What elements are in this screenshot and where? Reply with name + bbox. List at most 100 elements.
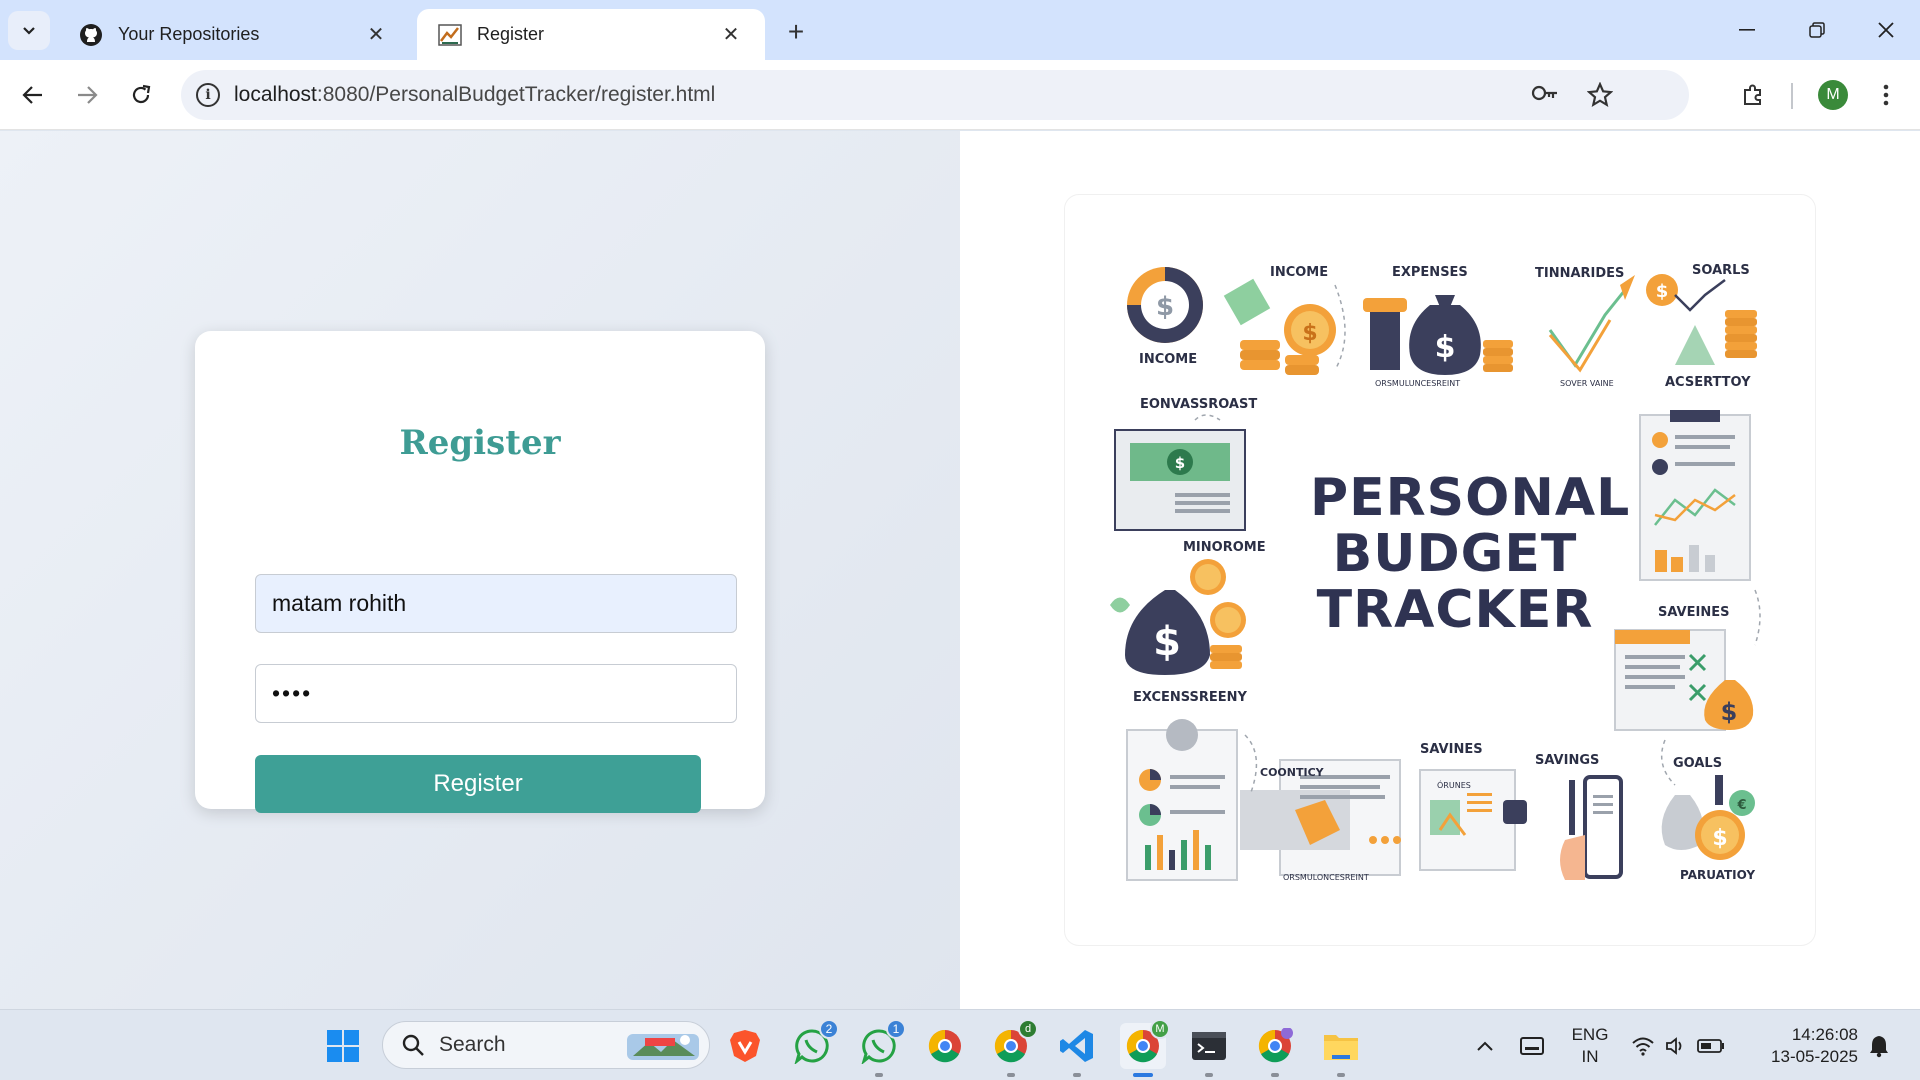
tab-register[interactable]: Register ✕: [417, 9, 765, 60]
form-title: Register: [399, 423, 561, 463]
chrome-icon: [928, 1029, 961, 1063]
tab-search-button[interactable]: [8, 11, 50, 50]
region-label: IN: [1581, 1046, 1599, 1066]
close-icon: [1878, 22, 1894, 38]
svg-text:$: $: [1712, 826, 1727, 851]
back-button[interactable]: [13, 75, 53, 115]
running-indicator: [1271, 1073, 1279, 1077]
search-label: Search: [439, 1033, 506, 1056]
password-key-icon[interactable]: [1531, 82, 1559, 109]
bookmark-star-icon[interactable]: [1586, 81, 1614, 113]
new-tab-button[interactable]: +: [778, 14, 814, 50]
taskbar-brave[interactable]: [722, 1023, 768, 1069]
notifications-button[interactable]: [1864, 1010, 1894, 1080]
name-input[interactable]: matam rohith: [255, 574, 737, 633]
notification-badge: 2: [819, 1019, 839, 1039]
label-orsmuluncesreint: ORSMULUNCESREINT: [1375, 379, 1461, 388]
tablet-mode-icon: [1520, 1036, 1544, 1055]
browser-toolbar: i localhost:8080/PersonalBudgetTracker/r…: [0, 60, 1920, 130]
clock-time: 14:26:08: [1791, 1024, 1858, 1044]
tab-label: Your Repositories: [118, 24, 260, 44]
close-tab-icon[interactable]: ✕: [717, 21, 745, 49]
label-tinnarides: TINNARIDES: [1535, 266, 1625, 281]
label-excenssreeny: EXCENSSREENY: [1133, 690, 1247, 705]
bell-icon: [1870, 1035, 1888, 1057]
label-orunes: ÓRUNES: [1437, 781, 1471, 790]
running-indicator: [1073, 1073, 1081, 1077]
taskbar-vscode[interactable]: [1054, 1023, 1100, 1077]
input-language-button[interactable]: ENG IN: [1562, 1010, 1618, 1080]
extensions-button[interactable]: [1733, 75, 1773, 115]
label-income: INCOME: [1270, 265, 1329, 280]
svg-text:$: $: [1156, 292, 1174, 322]
close-window-button[interactable]: [1863, 12, 1909, 48]
tray-display-button[interactable]: [1515, 1010, 1549, 1080]
svg-text:$: $: [1656, 281, 1669, 302]
windows-logo-icon: [327, 1030, 359, 1062]
illustration-title: PERSONAL BUDGET TRACKER: [1310, 468, 1631, 640]
url-text[interactable]: localhost:8080/PersonalBudgetTracker/reg…: [234, 83, 715, 107]
vscode-icon: [1060, 1030, 1093, 1062]
active-indicator: [1133, 1073, 1153, 1077]
reload-button[interactable]: [121, 75, 161, 115]
label-minorome: MINOROME: [1183, 540, 1266, 555]
taskbar-whatsapp-2[interactable]: 1: [856, 1019, 906, 1077]
browser-tab-strip: Your Repositories ✕ Register ✕ +: [0, 0, 1920, 60]
close-tab-icon[interactable]: ✕: [362, 21, 390, 49]
budget-tracker-illustration: $ $ $ $ $ $ $ $ € INCOME INCOME EXPENSES…: [1065, 195, 1815, 945]
restore-button[interactable]: [1794, 12, 1840, 48]
password-input[interactable]: ••••: [255, 664, 737, 723]
chevron-down-icon: [23, 26, 35, 35]
svg-text:$: $: [1721, 698, 1738, 726]
wifi-icon: [1632, 1037, 1654, 1056]
clock-button[interactable]: 14:26:08 13-05-2025: [1748, 1010, 1858, 1080]
register-button[interactable]: Register: [255, 755, 701, 813]
quick-settings-button[interactable]: [1630, 1010, 1726, 1080]
address-bar[interactable]: i localhost:8080/PersonalBudgetTracker/r…: [181, 70, 1689, 120]
arrow-right-icon: [78, 86, 98, 104]
taskbar-file-explorer[interactable]: [1318, 1023, 1364, 1077]
brave-lion-icon: [730, 1030, 760, 1062]
running-indicator: [875, 1073, 883, 1077]
forward-button[interactable]: [67, 75, 107, 115]
profile-avatar[interactable]: M: [1818, 80, 1848, 110]
taskbar-terminal[interactable]: [1186, 1023, 1232, 1077]
folder-icon: [1324, 1035, 1358, 1060]
taskbar-chrome-profile-m[interactable]: M: [1120, 1019, 1170, 1077]
github-icon: [78, 22, 104, 48]
notification-badge: 1: [886, 1019, 906, 1039]
taskbar-chrome[interactable]: [922, 1023, 968, 1069]
minimize-button[interactable]: [1724, 12, 1770, 48]
label-sover-vaine: SOVER VAINE: [1560, 379, 1614, 388]
volume-icon: [1666, 1036, 1682, 1055]
profile-badge: M: [1150, 1019, 1170, 1039]
battery-icon: [1697, 1038, 1724, 1053]
taskbar-chrome-profile-3[interactable]: [1252, 1023, 1298, 1077]
minimize-icon: [1739, 29, 1755, 31]
label-coonticy: COONTICY: [1260, 766, 1324, 779]
running-indicator: [1007, 1073, 1015, 1077]
taskbar-chrome-profile-d[interactable]: d: [988, 1019, 1038, 1077]
browser-menu-button[interactable]: [1866, 75, 1906, 115]
arrow-left-icon: [22, 86, 42, 104]
register-card: Register matam rohith •••• Register: [195, 331, 765, 813]
site-info-icon[interactable]: i: [196, 83, 220, 107]
tab-your-repositories[interactable]: Your Repositories ✕: [58, 9, 410, 60]
show-hidden-icons-button[interactable]: [1468, 1010, 1502, 1080]
puzzle-icon: [1744, 84, 1761, 105]
profile-badge: d: [1018, 1019, 1038, 1039]
chevron-up-icon: [1477, 1041, 1493, 1051]
label-saveines: SAVEINES: [1658, 605, 1730, 620]
label-eonvassroast: EONVASSROAST: [1140, 397, 1258, 412]
taskbar-search[interactable]: Search: [382, 1021, 710, 1069]
svg-text:$: $: [1302, 321, 1317, 346]
reload-icon: [132, 84, 151, 104]
tab-label: Register: [477, 24, 545, 44]
running-indicator: [1205, 1073, 1213, 1077]
page-viewport: Register matam rohith •••• Register $ $: [0, 131, 1920, 1009]
start-button[interactable]: [320, 1023, 366, 1069]
taskbar-whatsapp[interactable]: 2: [789, 1019, 839, 1069]
terminal-icon: [1192, 1032, 1226, 1060]
search-icon: [402, 1034, 424, 1056]
page-favicon-icon: [437, 22, 463, 48]
